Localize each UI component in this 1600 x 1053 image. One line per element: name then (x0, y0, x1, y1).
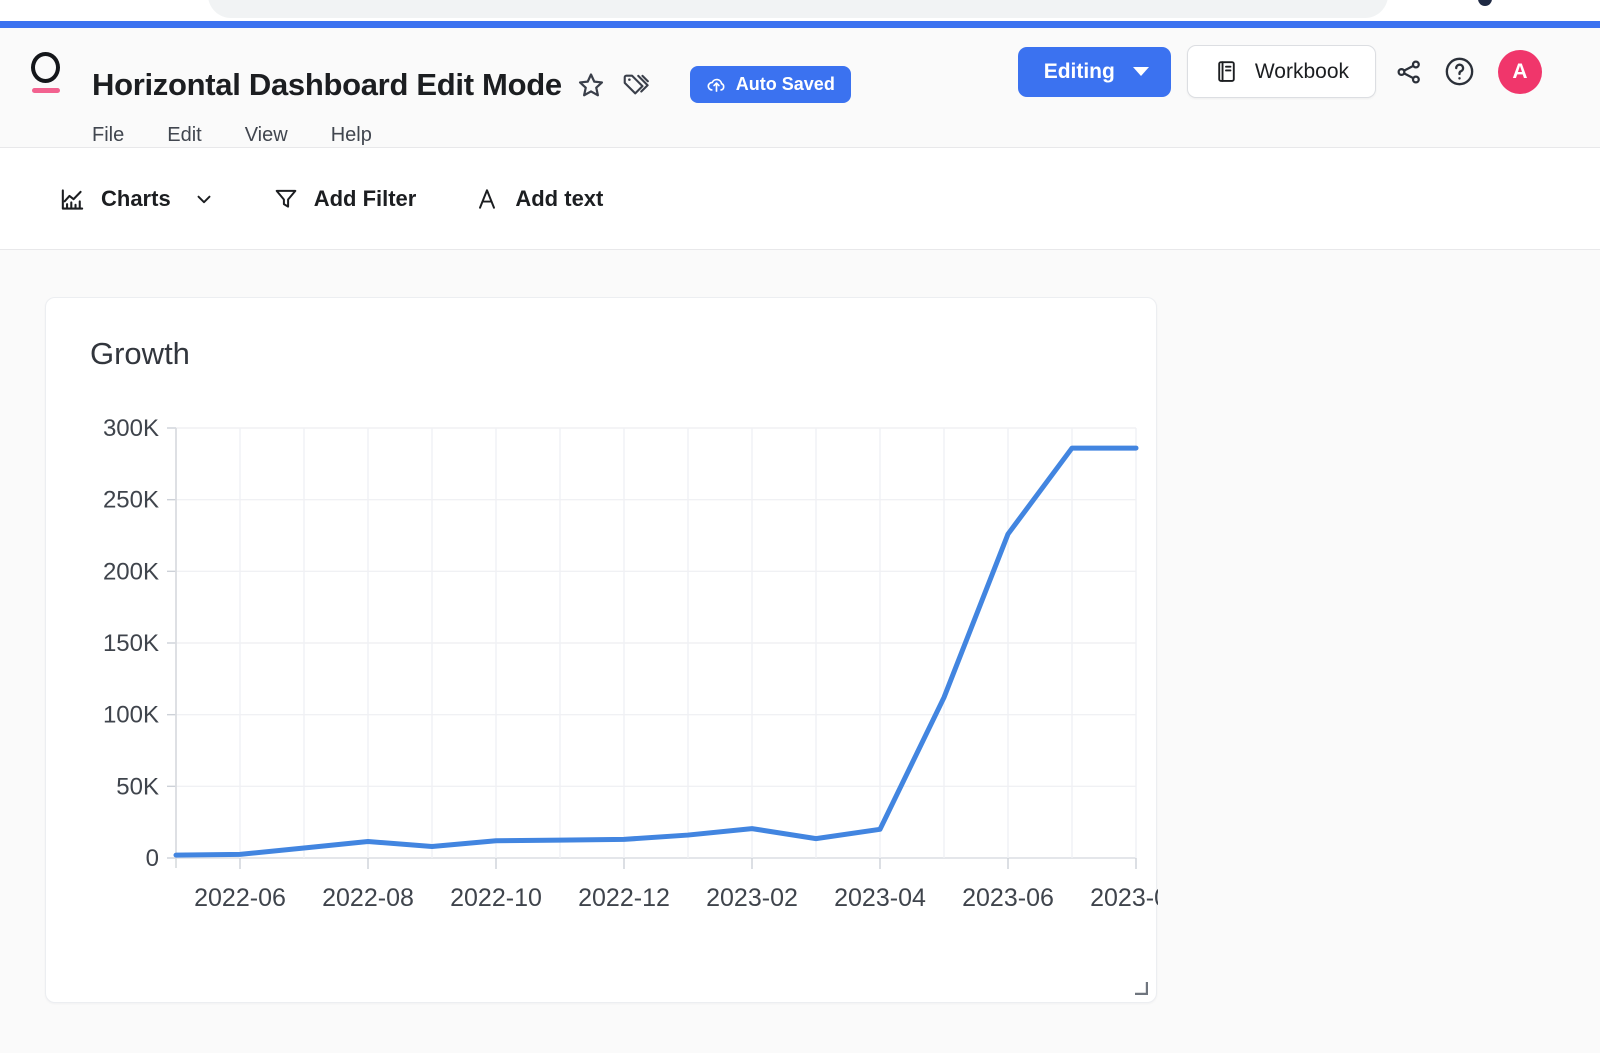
autosave-label: Auto Saved (736, 74, 835, 95)
avatar[interactable]: A (1498, 50, 1542, 94)
chart-card-growth[interactable]: Growth 0 50K 100K 150K 200K 250K 300K 2022-06 20… (45, 297, 1157, 1003)
svg-text:50K: 50K (116, 773, 159, 800)
logo-underline (32, 88, 60, 93)
chevron-down-icon (1133, 67, 1149, 76)
help-circle-icon[interactable] (1442, 55, 1476, 89)
avatar-initial: A (1512, 60, 1527, 84)
autosave-badge[interactable]: Auto Saved (690, 66, 851, 103)
editing-mode-button[interactable]: Editing (1018, 47, 1171, 97)
svg-text:250K: 250K (103, 487, 159, 514)
svg-text:2022-08: 2022-08 (322, 884, 414, 912)
edit-toolbar: Charts Add Filter Add text (0, 149, 1600, 250)
svg-text:150K: 150K (103, 630, 159, 657)
svg-text:2023-04: 2023-04 (834, 884, 926, 912)
workbook-label: Workbook (1255, 60, 1349, 84)
resize-handle[interactable] (1135, 982, 1148, 995)
svg-text:2023-02: 2023-02 (706, 884, 798, 912)
menu-item-help[interactable]: Help (331, 124, 372, 147)
tags-icon[interactable] (620, 70, 650, 100)
logo-ring-icon (31, 52, 60, 83)
menu-item-file[interactable]: File (92, 124, 124, 147)
chart-title: Growth (90, 336, 190, 372)
filter-icon (272, 185, 300, 213)
accent-bar (0, 21, 1600, 28)
svg-text:300K: 300K (103, 418, 159, 442)
charts-menu-button[interactable]: Charts (58, 185, 215, 214)
menu-item-view[interactable]: View (245, 124, 288, 147)
svg-text:2022-06: 2022-06 (194, 884, 286, 912)
charts-label: Charts (101, 186, 171, 212)
chevron-down-icon (193, 188, 215, 210)
editing-label: Editing (1044, 60, 1115, 84)
add-text-label: Add text (515, 186, 603, 212)
svg-text:2023-06: 2023-06 (962, 884, 1054, 912)
add-filter-label: Add Filter (314, 186, 417, 212)
svg-text:2023-08: 2023-08 (1090, 884, 1158, 912)
svg-text:2022-12: 2022-12 (578, 884, 670, 912)
header-actions: Editing Workbook (1018, 45, 1542, 98)
share-icon[interactable] (1392, 55, 1426, 89)
omni-logo[interactable] (31, 52, 63, 98)
book-icon (1214, 59, 1239, 84)
add-filter-button[interactable]: Add Filter (272, 185, 417, 213)
browser-omnibox[interactable] (208, 0, 1388, 18)
menu-bar: File Edit View Help (92, 124, 372, 147)
title-row: Horizontal Dashboard Edit Mode Auto Save… (92, 66, 851, 103)
growth-line-chart[interactable]: 0 50K 100K 150K 200K 250K 300K 2022-06 2022-08 20… (46, 418, 1158, 958)
chart-line-icon (58, 185, 87, 214)
svg-text:0: 0 (146, 845, 159, 872)
star-icon[interactable] (576, 70, 606, 100)
workbook-button[interactable]: Workbook (1187, 45, 1376, 98)
menu-item-edit[interactable]: Edit (167, 124, 201, 147)
page-title[interactable]: Horizontal Dashboard Edit Mode (92, 67, 562, 103)
text-a-icon (473, 185, 501, 213)
app-header: Horizontal Dashboard Edit Mode Auto Save… (0, 28, 1600, 148)
chart-plot-area: 0 50K 100K 150K 200K 250K 300K 2022-06 2022-08 20… (46, 418, 1158, 958)
dashboard-canvas: Growth 0 50K 100K 150K 200K 250K 300K 2022-06 20… (0, 250, 1600, 1053)
svg-text:200K: 200K (103, 558, 159, 585)
cloud-upload-icon (706, 74, 727, 95)
browser-chrome-strip (0, 0, 1600, 22)
browser-profile-dot[interactable] (1478, 0, 1492, 6)
add-text-button[interactable]: Add text (473, 185, 603, 213)
svg-text:100K: 100K (103, 702, 159, 729)
svg-text:2022-10: 2022-10 (450, 884, 542, 912)
